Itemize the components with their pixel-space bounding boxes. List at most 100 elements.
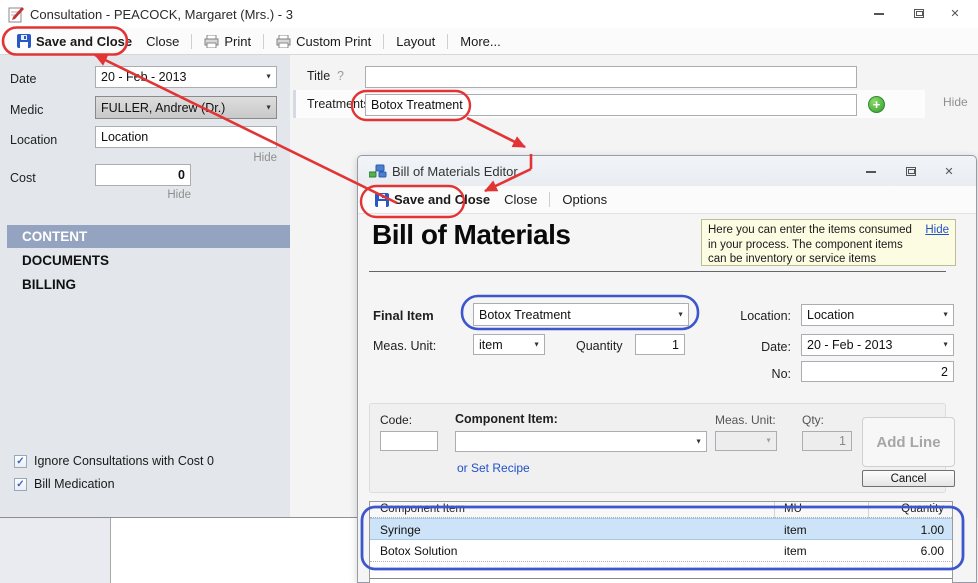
- sidebar-item-content-label: CONTENT: [22, 229, 87, 244]
- final-item-value: Botox Treatment: [479, 308, 571, 322]
- add-line-button[interactable]: Add Line: [862, 417, 955, 467]
- location-hide-link[interactable]: Hide: [240, 152, 277, 164]
- toolbar-separator: [263, 34, 264, 49]
- print-button[interactable]: Print: [197, 34, 258, 49]
- dialog-date-value: 20 - Feb - 2013: [807, 338, 892, 352]
- location-input[interactable]: Location: [95, 126, 277, 148]
- title-input[interactable]: [365, 66, 857, 88]
- no-label: No:: [691, 367, 791, 381]
- quantity-value: 1: [672, 338, 679, 352]
- date-label: Date: [10, 72, 36, 86]
- more-button[interactable]: More...: [453, 34, 507, 49]
- dropdown-arrow-icon: ▼: [695, 438, 702, 445]
- close-toolbar-button[interactable]: Close: [139, 34, 186, 49]
- ignore-consultations-label: Ignore Consultations with Cost 0: [34, 454, 214, 468]
- dialog-title: Bill of Materials Editor: [392, 164, 518, 179]
- dropdown-arrow-icon: ▼: [942, 312, 949, 319]
- cancel-label: Cancel: [891, 473, 927, 485]
- qty-value: 1: [839, 434, 846, 448]
- checkbox-checked-icon[interactable]: ✓: [14, 455, 27, 468]
- toolbar-separator: [383, 34, 384, 49]
- more-label: More...: [460, 34, 500, 49]
- header-quantity[interactable]: Quantity: [901, 503, 944, 515]
- meas-unit-value: item: [479, 338, 503, 352]
- ignore-consultations-checkbox-row[interactable]: ✓ Ignore Consultations with Cost 0: [14, 454, 214, 468]
- help-hide-link[interactable]: Hide: [925, 223, 949, 238]
- main-toolbar: Save and Close Close Print Custom Print …: [0, 28, 978, 55]
- table-header-row[interactable]: Component Item MU Quantity: [370, 502, 952, 518]
- sidebar-item-documents-label: DOCUMENTS: [22, 253, 109, 268]
- dialog-location-dropdown[interactable]: Location ▼: [801, 304, 954, 326]
- dialog-save-and-close-button[interactable]: Save and Close: [368, 192, 497, 207]
- qty-input: 1: [802, 431, 852, 451]
- sidebar-item-billing-label: BILLING: [22, 277, 76, 292]
- final-item-dropdown[interactable]: Botox Treatment ▼: [473, 303, 689, 326]
- close-icon: ✕: [950, 7, 959, 20]
- cost-value: 0: [178, 168, 185, 182]
- minimize-icon: [866, 171, 876, 173]
- dropdown-arrow-icon: ▼: [533, 341, 540, 348]
- treatments-input[interactable]: Botox Treatment: [365, 94, 857, 116]
- medic-dropdown[interactable]: FULLER, Andrew (Dr.) ▼: [95, 96, 277, 119]
- close-button[interactable]: ✕: [942, 5, 968, 22]
- qty-label: Qty:: [802, 413, 824, 427]
- custom-print-button[interactable]: Custom Print: [269, 34, 378, 49]
- cost-input[interactable]: 0: [95, 164, 191, 186]
- cost-hide-link[interactable]: Hide: [154, 189, 191, 201]
- cell-quantity: 6.00: [921, 544, 944, 558]
- meas-unit-dropdown[interactable]: item ▼: [473, 334, 545, 355]
- bottom-left-column: [0, 518, 110, 583]
- location-value: Location: [101, 130, 148, 144]
- quantity-input[interactable]: 1: [635, 334, 685, 355]
- bill-medication-checkbox-row[interactable]: ✓ Bill Medication: [14, 477, 115, 491]
- treatments-hide-link[interactable]: Hide: [943, 95, 968, 109]
- layout-label: Layout: [396, 34, 435, 49]
- dialog-minimize-button[interactable]: [858, 163, 884, 180]
- sidebar-item-documents[interactable]: DOCUMENTS: [22, 253, 109, 268]
- header-mu[interactable]: MU: [784, 503, 802, 515]
- dialog-location-value: Location: [807, 308, 854, 322]
- row-separator: [370, 561, 952, 562]
- column-separator: [868, 502, 869, 518]
- table-row-botox-solution[interactable]: Botox Solution item 6.00: [370, 540, 952, 562]
- close-icon: ✕: [944, 165, 953, 178]
- restore-icon: [914, 9, 924, 18]
- layout-button[interactable]: Layout: [389, 34, 442, 49]
- dialog-close-toolbar-button[interactable]: Close: [497, 192, 544, 207]
- medic-label: Medic: [10, 103, 43, 117]
- save-and-close-button[interactable]: Save and Close: [10, 34, 139, 49]
- no-value: 2: [941, 365, 948, 379]
- add-component-panel: Code: Component Item: ▼ or Set Recipe Me…: [369, 403, 946, 493]
- final-item-label: Final Item: [373, 308, 434, 323]
- dialog-options-label: Options: [562, 192, 607, 207]
- sidebar-item-content[interactable]: CONTENT: [7, 225, 290, 248]
- toolbar-separator: [549, 192, 550, 207]
- table-row-syringe[interactable]: Syringe item 1.00: [370, 518, 952, 540]
- minimize-button[interactable]: [866, 5, 892, 22]
- dialog-close-button[interactable]: ✕: [936, 163, 962, 180]
- cancel-button[interactable]: Cancel: [862, 470, 955, 487]
- maximize-button[interactable]: [906, 5, 932, 22]
- dialog-options-button[interactable]: Options: [555, 192, 614, 207]
- title-help-icon[interactable]: ?: [337, 69, 344, 83]
- component-item-dropdown[interactable]: ▼: [455, 431, 707, 452]
- no-input[interactable]: 2: [801, 361, 954, 382]
- cell-component-item: Botox Solution: [380, 544, 457, 558]
- date-dropdown[interactable]: 20 - Feb - 2013 ▼: [95, 66, 277, 88]
- cell-mu: item: [784, 523, 807, 537]
- dropdown-arrow-icon: ▼: [765, 438, 772, 445]
- save-and-close-label: Save and Close: [36, 34, 132, 49]
- column-separator: [774, 502, 775, 518]
- set-recipe-link[interactable]: or Set Recipe: [457, 461, 530, 475]
- sidebar-item-billing[interactable]: BILLING: [22, 277, 76, 292]
- custom-print-label: Custom Print: [296, 34, 371, 49]
- checkbox-checked-icon[interactable]: ✓: [14, 478, 27, 491]
- components-table: Component Item MU Quantity Syringe item …: [369, 501, 953, 583]
- header-component-item[interactable]: Component Item: [380, 503, 465, 515]
- add-meas-unit-label: Meas. Unit:: [715, 413, 776, 427]
- code-input[interactable]: [380, 431, 438, 451]
- add-treatment-button[interactable]: +: [868, 96, 885, 113]
- restore-icon: [906, 167, 916, 176]
- dialog-date-dropdown[interactable]: 20 - Feb - 2013 ▼: [801, 334, 954, 356]
- dialog-maximize-button[interactable]: [898, 163, 924, 180]
